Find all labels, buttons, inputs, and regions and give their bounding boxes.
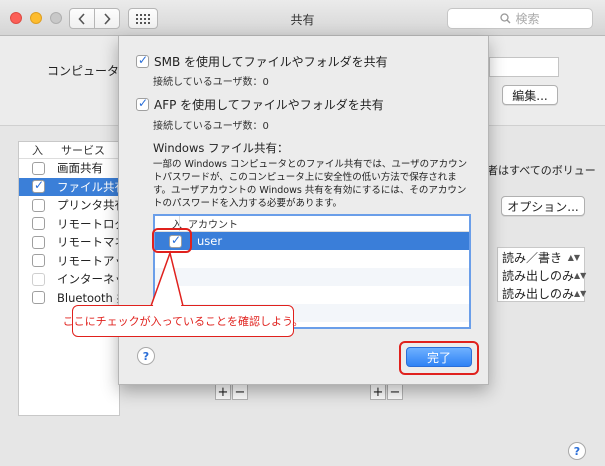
grid-icon (136, 13, 150, 24)
service-label: ファイル共有 (57, 179, 119, 194)
chevron-left-icon (78, 12, 85, 25)
service-label: インターネット共有 (57, 272, 119, 287)
permission-label: 読み出しのみ (502, 268, 575, 283)
title-bar: 共有 検索 (0, 0, 605, 36)
service-checkbox[interactable] (32, 198, 45, 212)
add-folder-button[interactable]: + (215, 384, 231, 400)
remove-folder-button[interactable]: − (232, 384, 248, 400)
account-name: user (197, 234, 223, 248)
chevron-right-icon (104, 12, 111, 25)
service-label: リモートログイン (57, 216, 119, 231)
service-row-internet-sharing[interactable]: インターネット共有 (19, 270, 119, 289)
forward-button[interactable] (94, 8, 120, 29)
callout-text: ここにチェックが入っていることを確認しよう。 (62, 315, 304, 328)
afp-connected-users: 接続しているユーザ数：0 (153, 121, 269, 132)
empty-row (155, 250, 469, 268)
service-row-printer-sharing[interactable]: プリンタ共有 (19, 196, 119, 215)
service-checkbox[interactable] (32, 178, 45, 194)
service-header-name: サービス (61, 144, 105, 157)
window-title: 共有 (290, 13, 315, 27)
options-button[interactable]: オプション... (501, 196, 585, 216)
annotation-callout: ここにチェックが入っていることを確認しよう。 (63, 305, 303, 337)
service-checkbox[interactable] (32, 254, 45, 268)
computer-name-field[interactable] (489, 57, 559, 77)
service-list[interactable]: 入 サービス 画面共有 ファイル共有 プリンタ共有 リモートログイン リモートマ… (18, 141, 120, 416)
done-highlight-box (399, 341, 479, 375)
add-user-button[interactable]: + (370, 384, 386, 400)
back-button[interactable] (69, 8, 95, 29)
service-row-file-sharing[interactable]: ファイル共有 (19, 177, 119, 196)
service-label: リモートアップルイベント (57, 253, 119, 268)
service-label: Bluetooth 共有 (57, 290, 119, 305)
afp-label: AFP を使用してファイルやフォルダを共有 (154, 98, 384, 112)
account-row[interactable]: user (155, 232, 469, 250)
permission-popup[interactable]: 読み出しのみ ▲▼ (498, 284, 587, 302)
smb-option[interactable]: SMB を使用してファイルやフォルダを共有 (136, 53, 388, 70)
minimize-window-button[interactable] (30, 12, 42, 24)
sheet-help-button[interactable]: ? (137, 347, 155, 365)
help-button[interactable]: ? (568, 442, 586, 460)
service-checkbox[interactable] (32, 291, 45, 305)
service-list-header: 入 サービス (19, 142, 119, 159)
service-row-remote-management[interactable]: リモートマネジメント (19, 233, 119, 252)
windows-sharing-description: 一部の Windows コンピュータとのファイル共有では、ユーザのアカウントパス… (153, 159, 468, 209)
search-field[interactable]: 検索 (447, 8, 593, 29)
checkbox-highlight-box (152, 228, 192, 253)
search-placeholder: 検索 (515, 12, 540, 26)
windows-sharing-title: Windows ファイル共有： (153, 141, 289, 155)
zoom-window-button[interactable] (50, 12, 62, 24)
service-label: リモートマネジメント (57, 235, 119, 250)
service-checkbox[interactable] (32, 161, 45, 175)
account-table-header: 入 アカウント (155, 216, 469, 232)
service-row-remote-login[interactable]: リモートログイン (19, 215, 119, 234)
updown-arrow-icon: ▲▼ (574, 288, 587, 298)
service-checkbox[interactable] (32, 235, 45, 249)
service-row-screen-sharing[interactable]: 画面共有 (19, 159, 119, 178)
permission-list: 読み／書き ▲▼ 読み出しのみ ▲▼ 読み出しのみ ▲▼ (497, 247, 587, 302)
smb-connected-users: 接続しているユーザ数：0 (153, 77, 269, 88)
permission-label: 読み／書き (502, 250, 563, 265)
volume-note: 者はすべてのボリュー (487, 164, 596, 177)
service-checkbox[interactable] (32, 272, 45, 286)
service-label: 画面共有 (57, 161, 103, 176)
remove-user-button[interactable]: − (387, 384, 403, 400)
smb-checkbox[interactable] (136, 53, 149, 68)
permission-label: 読み出しのみ (502, 286, 575, 301)
close-window-button[interactable] (10, 12, 22, 24)
empty-row (155, 268, 469, 286)
smb-label: SMB を使用してファイルやフォルダを共有 (154, 55, 388, 69)
show-all-button[interactable] (128, 8, 158, 29)
search-icon (500, 13, 511, 24)
service-label: プリンタ共有 (57, 198, 119, 213)
service-checkbox[interactable] (32, 217, 45, 231)
afp-option[interactable]: AFP を使用してファイルやフォルダを共有 (136, 96, 384, 113)
afp-checkbox[interactable] (136, 96, 149, 111)
edit-button[interactable]: 編集... (502, 85, 558, 105)
permission-popup[interactable]: 読み／書き ▲▼ (498, 248, 584, 266)
service-row-remote-apple-events[interactable]: リモートアップルイベント (19, 252, 119, 271)
service-header-on: 入 (32, 144, 43, 157)
updown-arrow-icon: ▲▼ (574, 270, 587, 280)
permission-popup[interactable]: 読み出しのみ ▲▼ (498, 266, 587, 284)
empty-row (155, 286, 469, 304)
updown-arrow-icon: ▲▼ (567, 252, 580, 262)
computer-name-label: コンピュータ (47, 64, 120, 78)
